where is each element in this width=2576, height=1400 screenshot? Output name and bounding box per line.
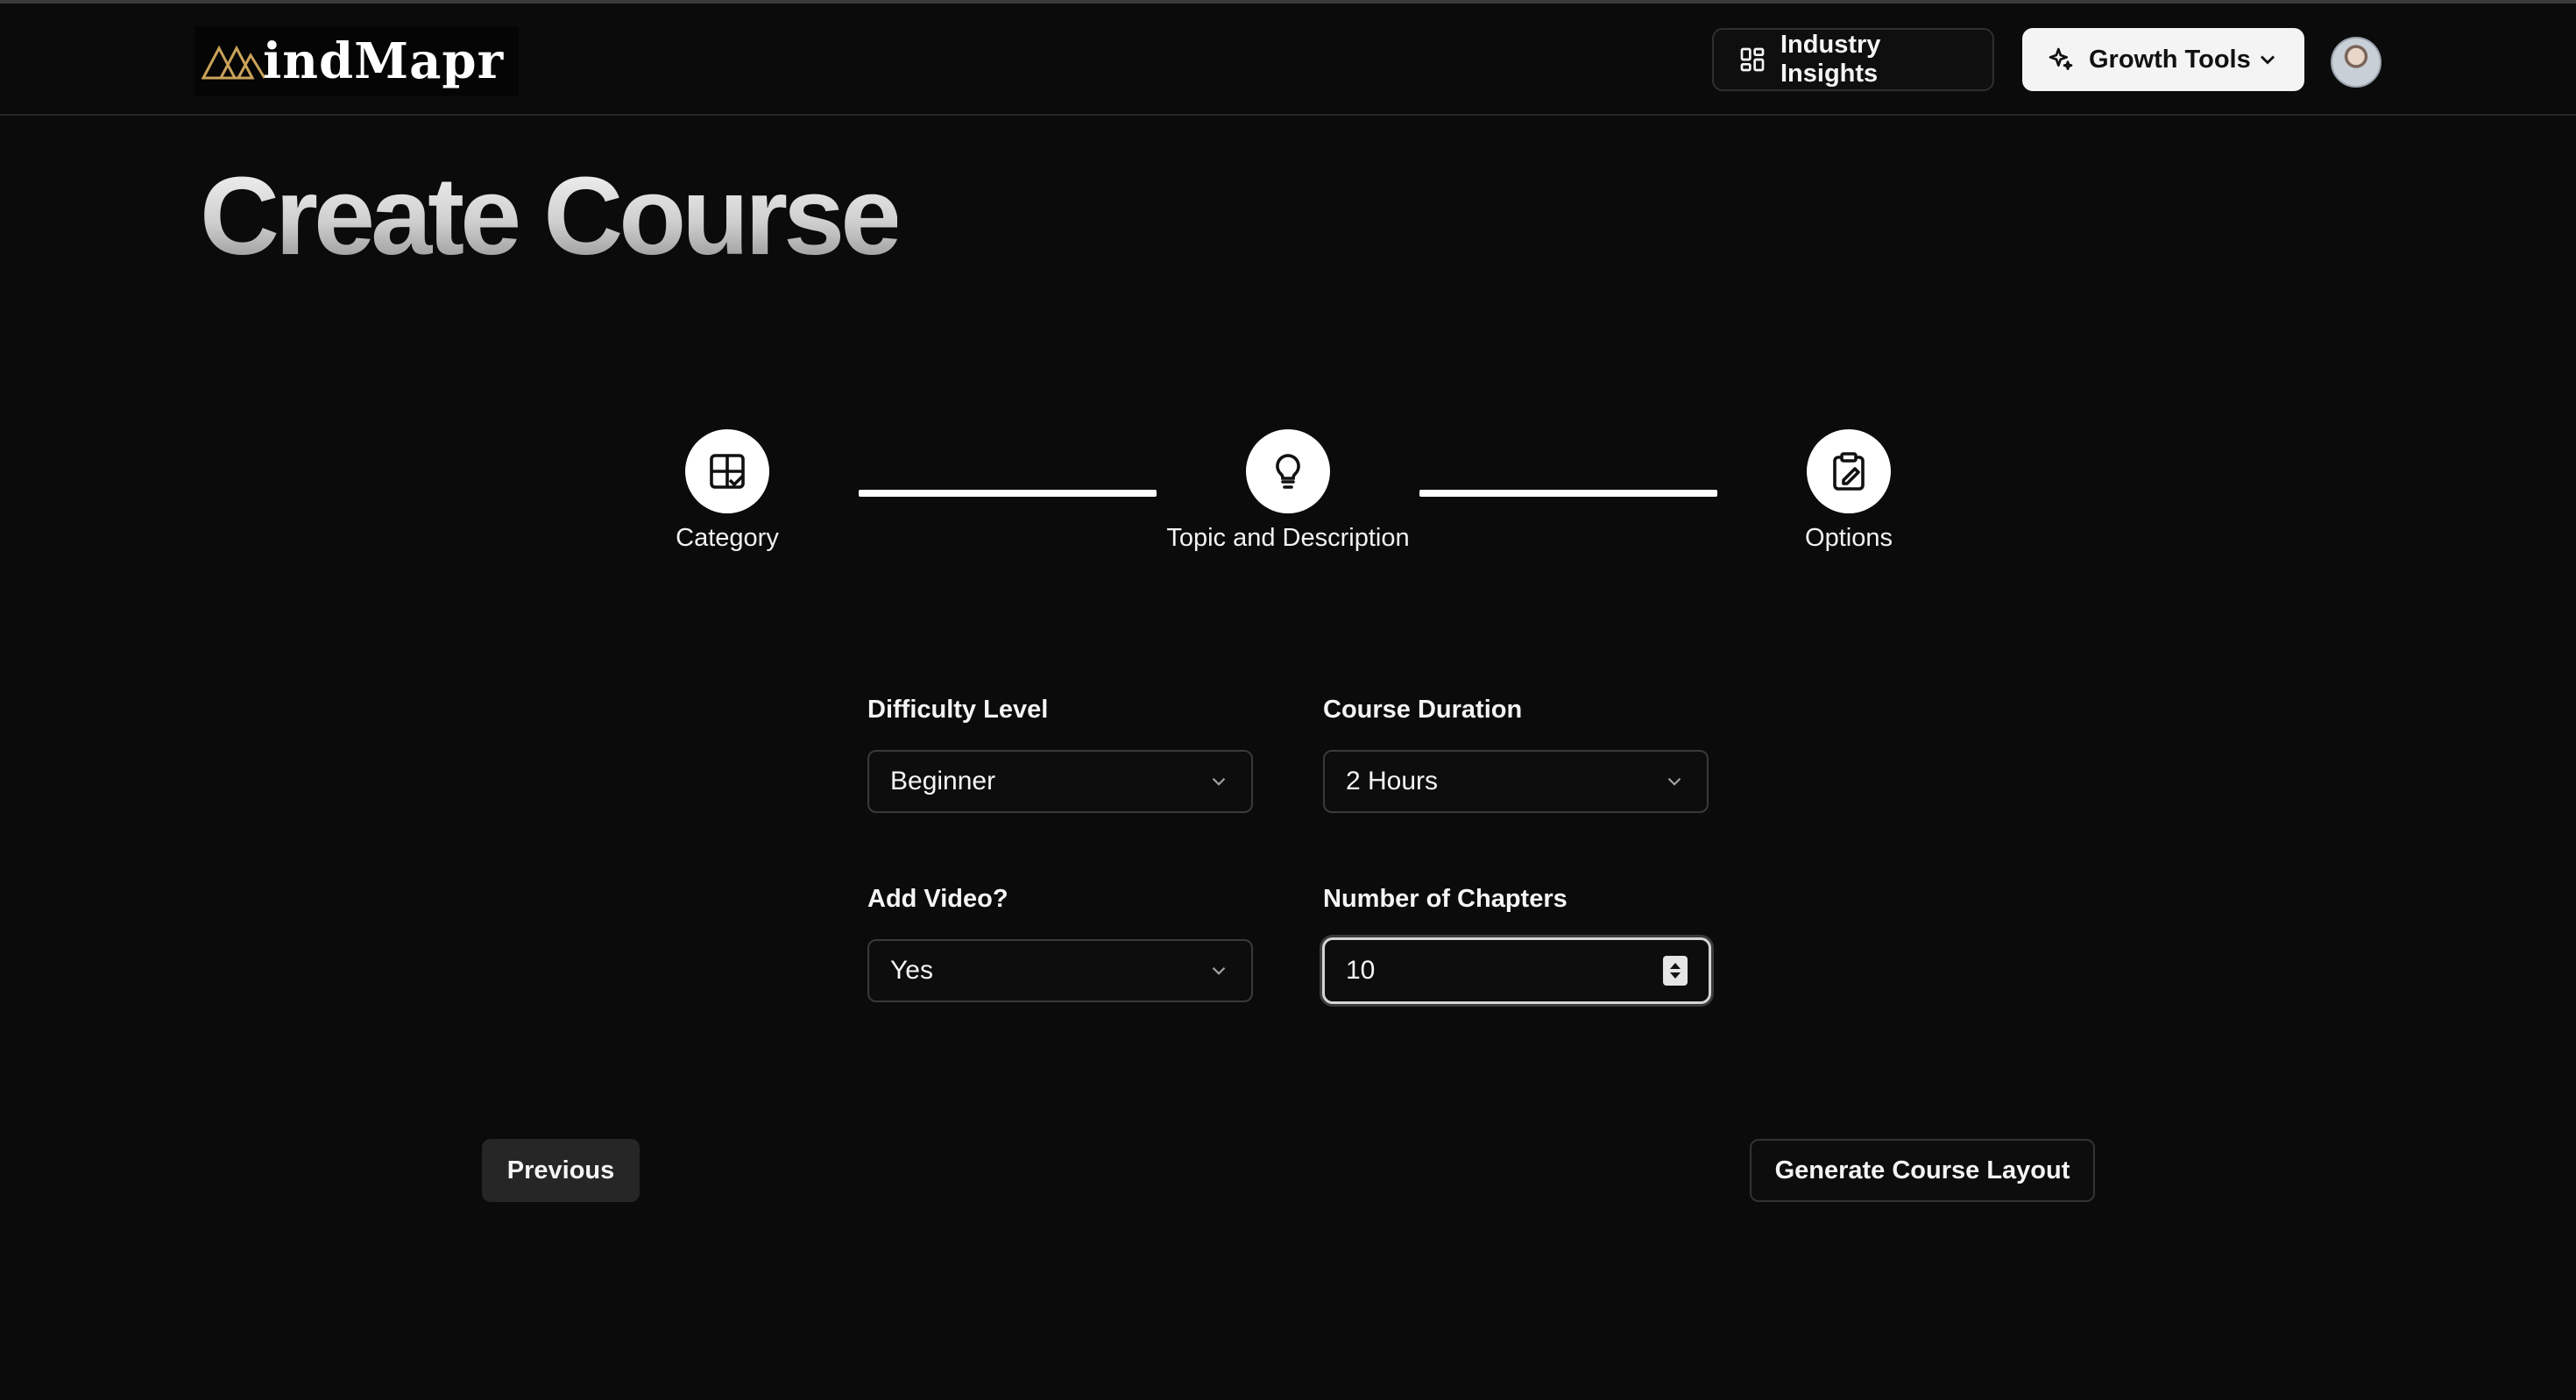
user-avatar[interactable]: [2331, 37, 2381, 88]
add-video-value: Yes: [890, 956, 933, 985]
number-of-chapters-label: Number of Chapters: [1323, 885, 1568, 913]
step-options-circle: [1807, 429, 1891, 513]
step-connector-1: [859, 490, 1157, 497]
chevron-down-icon: [2255, 47, 2280, 72]
add-video-select[interactable]: Yes: [867, 939, 1253, 1002]
step-options: Options: [1674, 429, 2024, 553]
increment-arrow-icon[interactable]: [1670, 963, 1681, 969]
add-video-label: Add Video?: [867, 885, 1008, 913]
number-of-chapters-input[interactable]: 10: [1322, 937, 1711, 1004]
number-of-chapters-value: 10: [1346, 956, 1376, 985]
step-options-label: Options: [1805, 524, 1893, 552]
chevron-down-icon: [1207, 959, 1230, 982]
step-category-label: Category: [676, 524, 779, 552]
step-category-circle: [685, 429, 769, 513]
sparkles-icon: [2047, 46, 2075, 74]
step-topic-label: Topic and Description: [1166, 524, 1410, 552]
layout-check-icon: [710, 454, 745, 489]
difficulty-level-label: Difficulty Level: [867, 696, 1049, 724]
clipboard-pen-icon: [1833, 452, 1865, 491]
logo-text: indMapr: [263, 32, 505, 90]
step-topic-circle: [1246, 429, 1330, 513]
decrement-arrow-icon[interactable]: [1670, 972, 1681, 979]
step-connector-2: [1419, 490, 1717, 497]
course-duration-label: Course Duration: [1323, 696, 1523, 724]
number-stepper[interactable]: [1663, 956, 1688, 986]
dashboard-grid-icon: [1738, 46, 1766, 74]
growth-tools-label: Growth Tools: [2089, 45, 2251, 74]
course-duration-select[interactable]: 2 Hours: [1323, 750, 1709, 813]
industry-insights-label: Industry Insights: [1780, 31, 1881, 88]
page-title: Create Course: [200, 154, 902, 278]
difficulty-level-select[interactable]: Beginner: [867, 750, 1253, 813]
generate-course-layout-button[interactable]: Generate Course Layout: [1750, 1139, 2095, 1202]
difficulty-level-value: Beginner: [890, 767, 996, 795]
app-logo[interactable]: indMapr: [195, 26, 519, 96]
chevron-down-icon: [1207, 770, 1230, 793]
step-category: Category: [552, 429, 902, 553]
top-navbar: indMapr Industry Insights Growth Tools: [0, 4, 2576, 116]
chevron-down-icon: [1663, 770, 1686, 793]
previous-button[interactable]: Previous: [482, 1139, 640, 1202]
industry-insights-button[interactable]: Industry Insights: [1712, 28, 1994, 91]
course-duration-value: 2 Hours: [1346, 767, 1439, 795]
lightbulb-icon: [1276, 454, 1300, 489]
step-topic: Topic and Description: [1113, 429, 1463, 553]
logo-mark-icon: [202, 45, 266, 80]
growth-tools-dropdown[interactable]: Growth Tools: [2022, 28, 2304, 91]
